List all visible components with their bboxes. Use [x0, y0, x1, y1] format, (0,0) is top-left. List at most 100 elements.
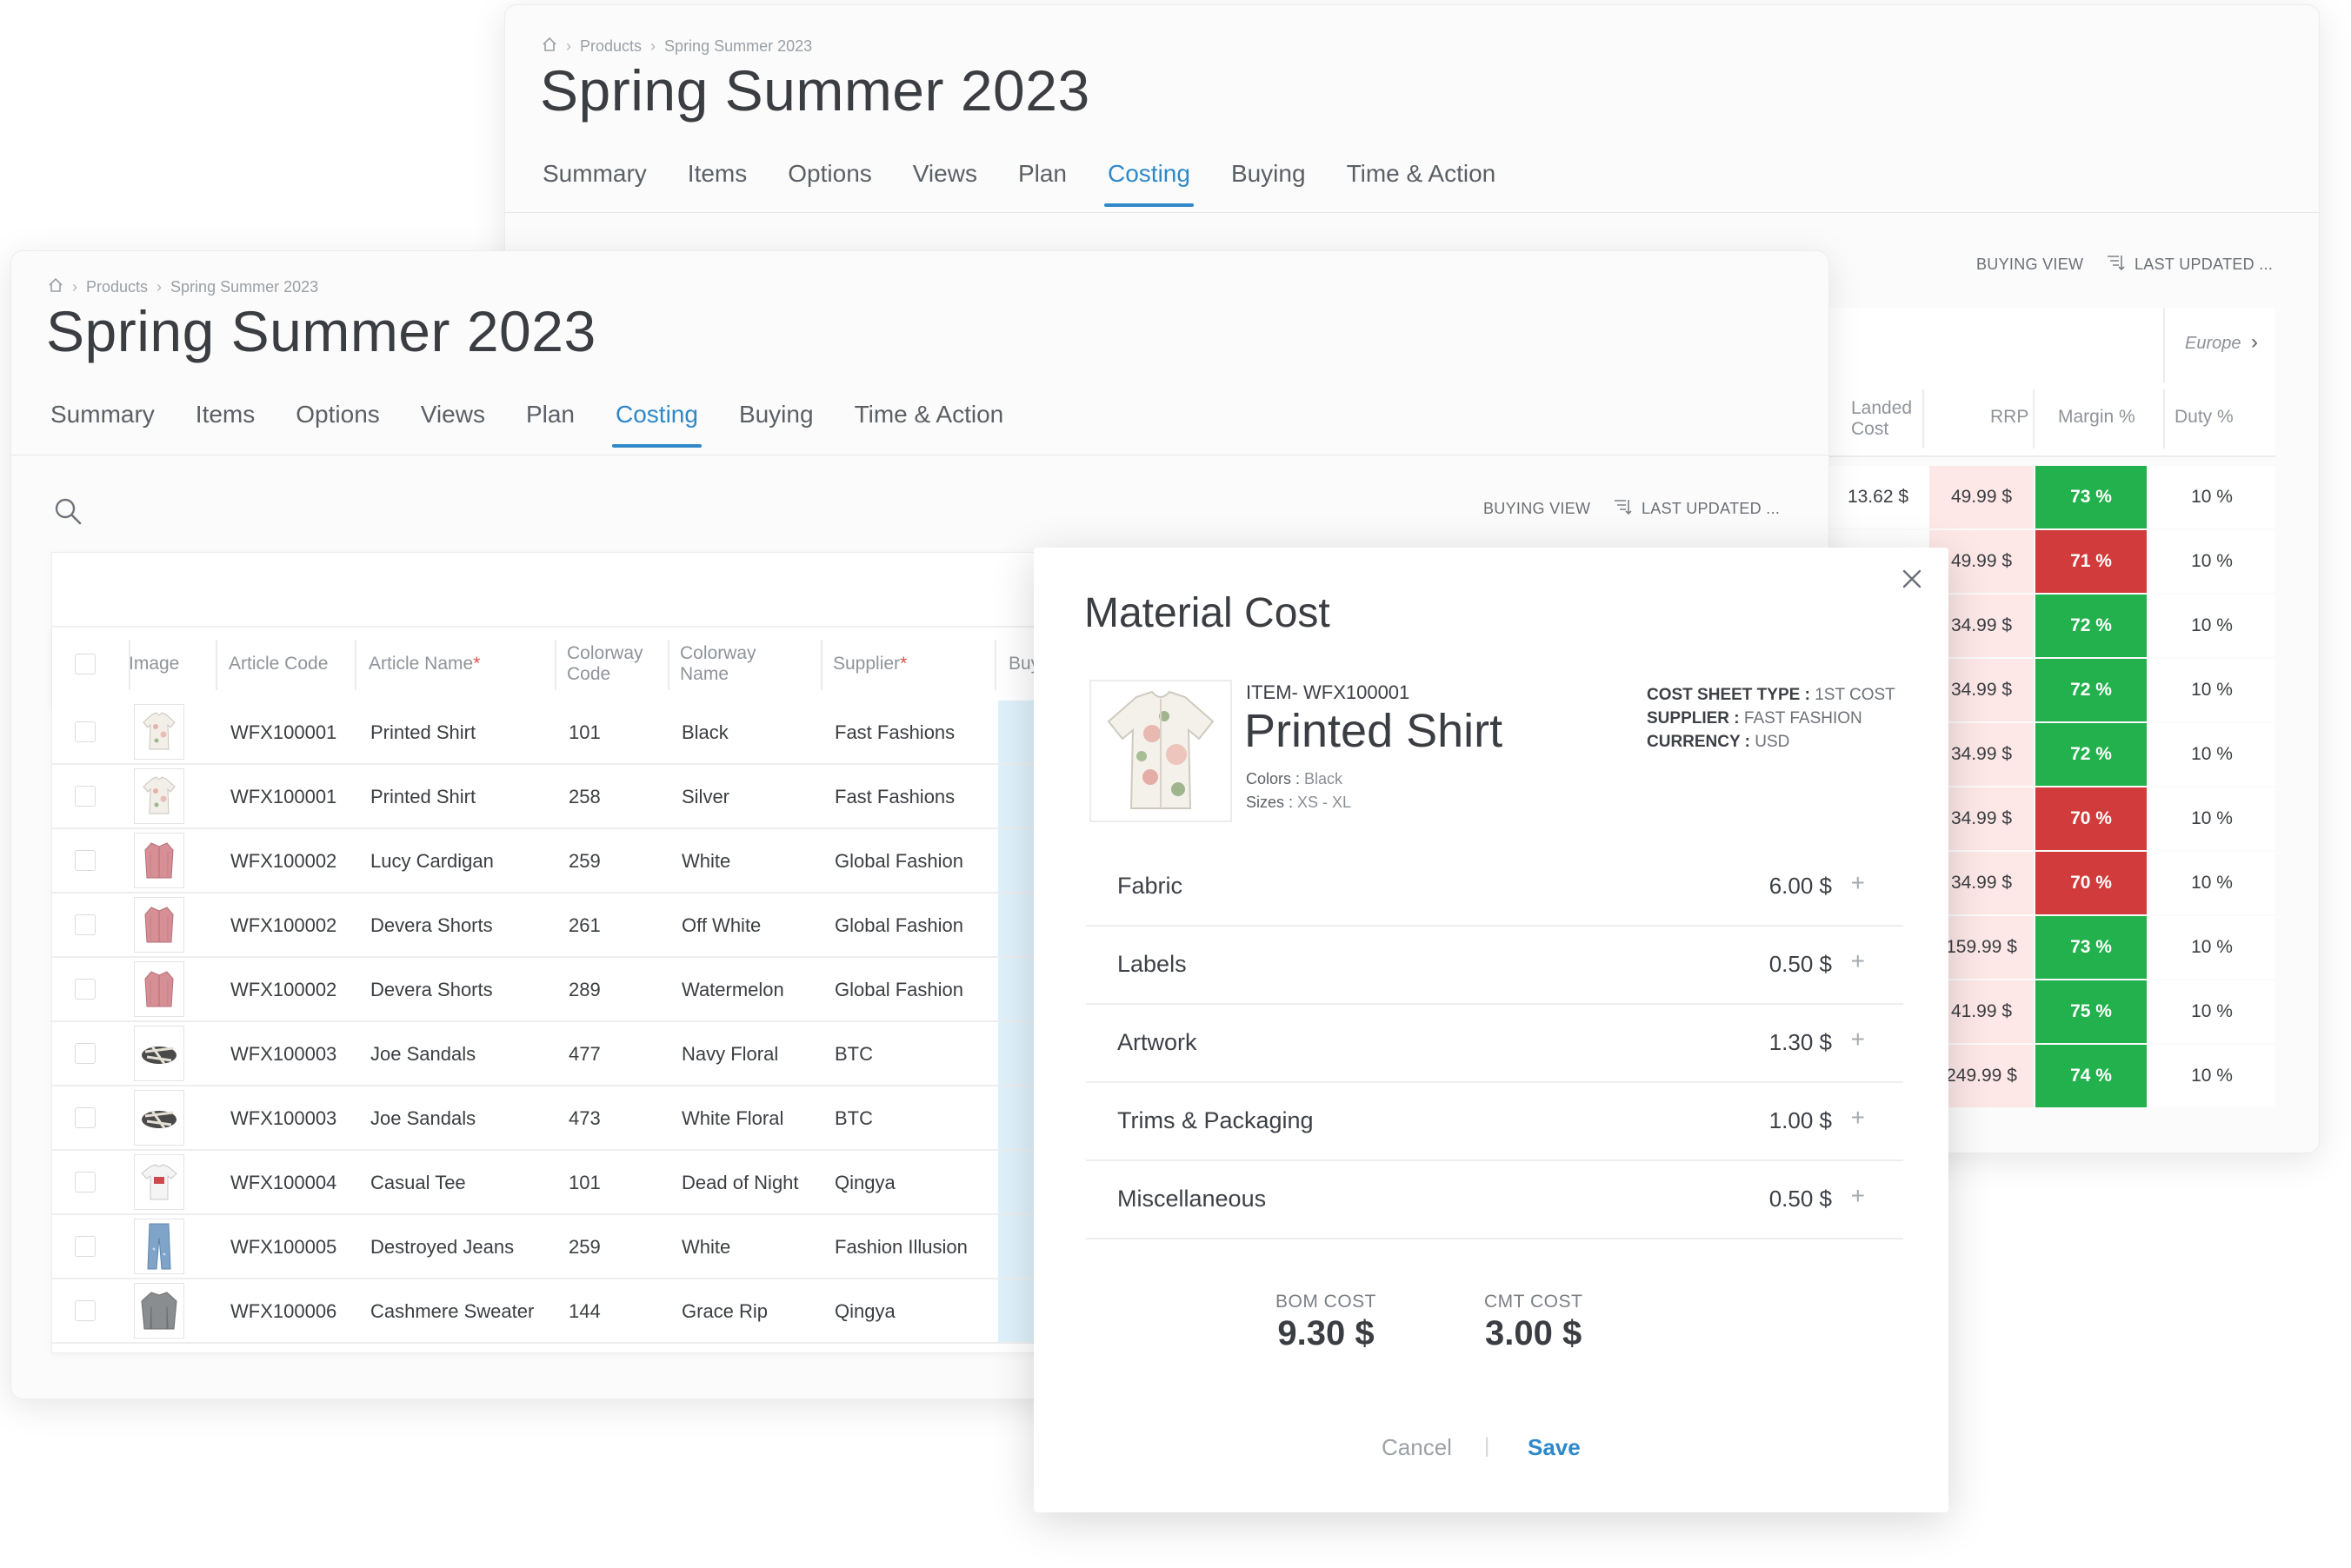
margin-value: 70 %	[2035, 852, 2147, 914]
row-checkbox[interactable]	[75, 1172, 96, 1193]
tab-time-action[interactable]: Time & Action	[1347, 160, 1496, 207]
chevron-right-icon: ›	[157, 278, 163, 296]
costing-row[interactable]: 13.62 $49.99 $73 % 10 %	[1827, 466, 2275, 528]
col-rrp[interactable]: RRP	[1990, 407, 2028, 428]
supplier: Global Fashion	[835, 914, 963, 936]
col-colorway-name[interactable]: Colorway Name	[680, 643, 767, 685]
table-row[interactable]: WFX100003 Joe Sandals 477 Navy Floral BTC	[52, 1022, 1096, 1086]
col-supplier[interactable]: Supplier*	[833, 654, 907, 674]
items-table: Image Article Code Article Name* Colorwa…	[51, 552, 1096, 1353]
col-colorway-code[interactable]: Colorway Code	[567, 643, 654, 685]
region-header: Europe ›	[1827, 308, 2275, 384]
row-checkbox[interactable]	[75, 850, 96, 871]
col-landed-cost[interactable]: Landed Cost	[1851, 398, 1938, 440]
tab-options[interactable]: Options	[296, 401, 380, 448]
cmt-cost-label: CMT COST	[1484, 1292, 1583, 1312]
table-row[interactable]: WFX100002 Lucy Cardigan 259 White Global Fas…	[52, 829, 1096, 894]
row-checkbox[interactable]	[75, 1236, 96, 1257]
close-icon[interactable]	[1900, 567, 1924, 595]
tab-summary[interactable]: Summary	[50, 401, 155, 448]
supplier: Fashion Illusion	[835, 1236, 968, 1258]
breadcrumb-current: Spring Summer 2023	[170, 278, 319, 296]
sort-icon	[1614, 498, 1633, 520]
table-row[interactable]: WFX100005 Destroyed Jeans 259 White Fashion …	[52, 1215, 1096, 1279]
supplier: Global Fashion	[835, 850, 963, 872]
supplier: Qingya	[835, 1300, 896, 1322]
tab-items[interactable]: Items	[196, 401, 255, 448]
table-row[interactable]: WFX100001 Printed Shirt 101 Black Fast Fashi…	[52, 701, 1096, 765]
rrp-value: 49.99 $	[1929, 466, 2034, 528]
row-checkbox[interactable]	[75, 1300, 96, 1321]
last-updated-label: LAST UPDATED ...	[2135, 256, 2274, 273]
article-name: Destroyed Jeans	[370, 1236, 515, 1258]
save-button[interactable]: Save	[1528, 1434, 1581, 1461]
tab-options[interactable]: Options	[788, 160, 872, 207]
last-updated-sort[interactable]: LAST UPDATED ...	[2107, 254, 2273, 276]
colorway-code: 258	[569, 786, 601, 807]
article-code: WFX100005	[230, 1236, 337, 1258]
buying-view-button[interactable]: BUYING VIEW	[1483, 500, 1590, 518]
table-row[interactable]: WFX100002 Devera Shorts 261 Off White Global…	[52, 894, 1096, 958]
tab-summary[interactable]: Summary	[543, 160, 647, 207]
duty-value: 10 %	[2148, 852, 2275, 914]
add-icon[interactable]: +	[1851, 1026, 1865, 1053]
col-margin[interactable]: Margin %	[2058, 407, 2135, 428]
tab-plan[interactable]: Plan	[1018, 160, 1067, 207]
colors-value: Black	[1304, 770, 1343, 787]
add-icon[interactable]: +	[1851, 1182, 1865, 1210]
last-updated-sort[interactable]: LAST UPDATED ...	[1614, 498, 1780, 520]
search-icon[interactable]	[53, 496, 83, 530]
row-checkbox[interactable]	[75, 786, 96, 807]
colorway-name: Watermelon	[682, 979, 784, 1000]
table-row[interactable]: WFX100003 Joe Sandals 473 White Floral BTC	[52, 1086, 1096, 1151]
tab-items[interactable]: Items	[688, 160, 747, 207]
modal-title: Material Cost	[1084, 590, 1330, 636]
cancel-button[interactable]: Cancel	[1382, 1434, 1452, 1461]
row-checkbox[interactable]	[75, 979, 96, 1000]
buying-view-button[interactable]: BUYING VIEW	[1976, 256, 2083, 274]
row-checkbox[interactable]	[75, 1107, 96, 1128]
sort-icon	[2107, 254, 2126, 276]
add-icon[interactable]: +	[1851, 947, 1865, 975]
table-row[interactable]: WFX100001 Printed Shirt 258 Silver Fast Fash…	[52, 765, 1096, 829]
breadcrumb-products[interactable]: Products	[580, 37, 642, 56]
table-row[interactable]: WFX100002 Devera Shorts 289 Watermelon Globa…	[52, 958, 1096, 1022]
bom-cost-label: BOM COST	[1275, 1292, 1377, 1312]
tab-buying[interactable]: Buying	[1231, 160, 1306, 207]
article-code: WFX100002	[230, 914, 337, 936]
tab-views[interactable]: Views	[913, 160, 977, 207]
colorway-code: 259	[569, 1236, 601, 1258]
tab-buying[interactable]: Buying	[739, 401, 814, 448]
cost-line: Artwork 1.30 $ +	[1086, 1005, 1903, 1083]
row-checkbox[interactable]	[75, 721, 96, 742]
article-name: Printed Shirt	[370, 786, 476, 807]
currency-label: CURRENCY :	[1647, 733, 1750, 751]
tab-views[interactable]: Views	[421, 401, 485, 448]
breadcrumb-products[interactable]: Products	[86, 278, 148, 296]
add-icon[interactable]: +	[1851, 1104, 1865, 1132]
supplier: Fast Fashions	[835, 786, 956, 807]
row-checkbox[interactable]	[75, 1043, 96, 1064]
cmt-cost-value: 3.00 $	[1485, 1314, 1582, 1352]
tab-time-action[interactable]: Time & Action	[855, 401, 1004, 448]
article-name: Devera Shorts	[370, 979, 493, 1000]
col-duty[interactable]: Duty %	[2175, 407, 2234, 428]
col-article-name[interactable]: Article Name*	[369, 654, 480, 674]
row-checkbox[interactable]	[75, 914, 96, 935]
colorway-code: 144	[569, 1300, 601, 1322]
home-icon[interactable]	[542, 37, 557, 56]
tab-costing[interactable]: Costing	[1104, 160, 1194, 207]
table-row[interactable]: WFX100006 Cashmere Sweater 144 Grace Rip Qin…	[52, 1279, 1096, 1344]
chevron-right-icon[interactable]: ›	[2251, 330, 2258, 355]
tab-costing[interactable]: Costing	[612, 401, 702, 448]
tab-plan[interactable]: Plan	[526, 401, 575, 448]
home-icon[interactable]	[48, 277, 63, 297]
article-name: Joe Sandals	[370, 1107, 476, 1129]
add-icon[interactable]: +	[1851, 869, 1865, 897]
table-row[interactable]: WFX100004 Casual Tee 101 Dead of Night Qingy…	[52, 1151, 1096, 1215]
col-image[interactable]: Image	[129, 654, 179, 674]
duty-value: 10 %	[2148, 1045, 2275, 1107]
select-all-checkbox[interactable]	[75, 654, 96, 674]
article-code: WFX100002	[230, 979, 337, 1000]
col-article-code[interactable]: Article Code	[229, 654, 328, 674]
